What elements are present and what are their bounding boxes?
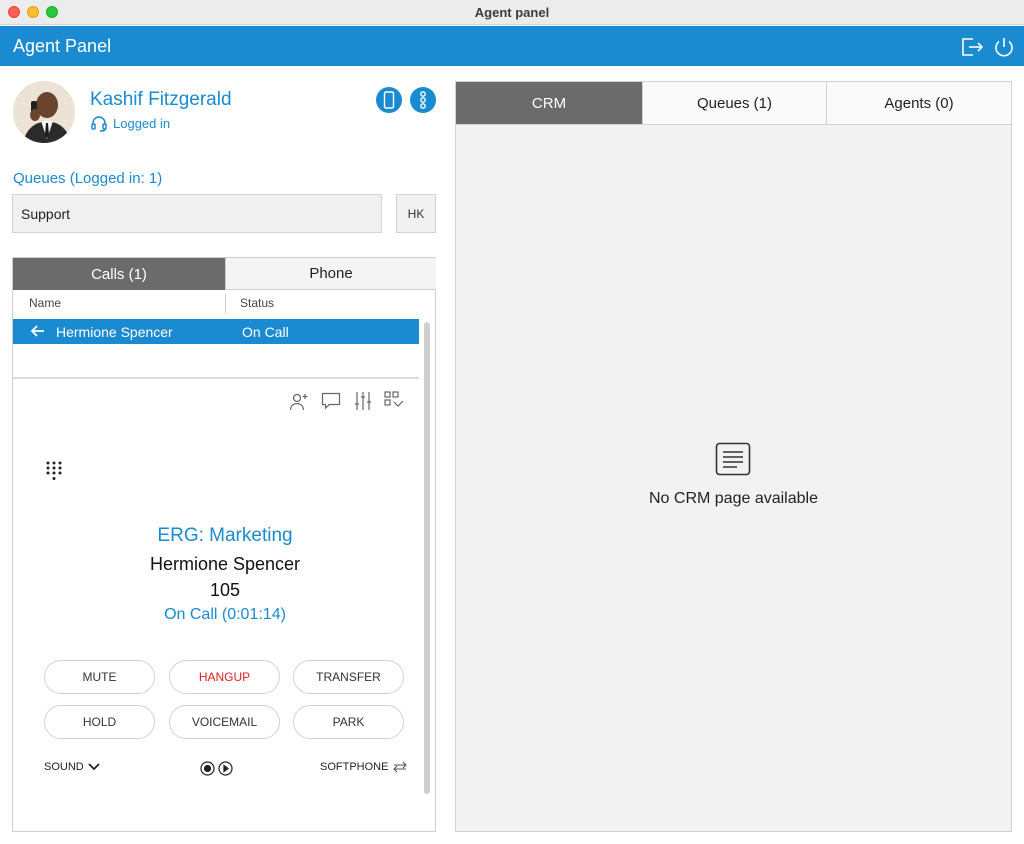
sound-dropdown[interactable]: SOUND [44, 761, 100, 773]
mobile-phone-icon [383, 91, 395, 109]
agent-name: Kashif Fitzgerald [90, 89, 232, 110]
caller-name-cell: Hermione Spencer [56, 324, 173, 340]
column-header-name[interactable]: Name [29, 296, 61, 310]
sound-label: SOUND [44, 761, 84, 773]
call-status-cell: On Call [242, 324, 289, 340]
settings-sliders-icon [355, 392, 371, 410]
agent-photo-icon [13, 81, 75, 143]
chat-icon [321, 392, 341, 410]
logout-button[interactable] [959, 34, 985, 60]
device-button[interactable] [376, 87, 402, 113]
add-contact-icon [289, 393, 308, 411]
settings-sliders-button[interactable] [352, 390, 374, 412]
headset-icon [91, 116, 107, 132]
park-button[interactable]: PARK [293, 705, 404, 739]
agent-status: Logged in [90, 114, 170, 132]
hk-button[interactable]: HK [396, 194, 436, 233]
avatar [13, 81, 75, 143]
app-header: Agent Panel [0, 26, 1024, 66]
list-divider [13, 377, 419, 379]
window-title: Agent panel [474, 5, 550, 20]
tab-calls[interactable]: Calls (1) [13, 258, 225, 290]
power-button[interactable] [991, 34, 1017, 60]
agent-status-label: Logged in [113, 115, 171, 131]
crm-panel: CRM Queues (1) Agents (0) No CRM page av… [455, 81, 1012, 832]
hangup-button[interactable]: HANGUP [169, 660, 280, 694]
header-title: Agent Panel [13, 36, 112, 56]
more-options-button[interactable] [410, 87, 436, 113]
queue-select[interactable]: Support [12, 194, 382, 233]
call-queue-name: ERG: Marketing [157, 525, 293, 546]
chevron-down-icon [88, 763, 100, 771]
arrow-left-icon [30, 325, 44, 337]
voicemail-button[interactable]: VOICEMAIL [169, 705, 280, 739]
dialpad-icon[interactable] [45, 460, 63, 482]
call-caller-name: Hermione Spencer [149, 554, 301, 574]
qr-code-button[interactable] [383, 390, 405, 412]
column-divider [225, 294, 226, 314]
add-contact-button[interactable] [288, 390, 310, 412]
qr-code-icon [384, 391, 404, 407]
power-icon [995, 38, 1013, 57]
play-icon[interactable] [218, 761, 233, 776]
crm-empty-message: No CRM page available [649, 490, 818, 507]
hold-button[interactable]: HOLD [44, 705, 155, 739]
window-titlebar: Agent panel [0, 0, 1024, 25]
call-status: On Call (0:01:14) [164, 606, 286, 623]
document-icon [715, 442, 751, 476]
column-header-status[interactable]: Status [240, 296, 274, 310]
tab-agents[interactable]: Agents (0) [826, 82, 1011, 125]
record-icon[interactable] [200, 761, 215, 776]
more-vertical-icon [420, 91, 426, 109]
queues-label: Queues (Logged in: 1) [13, 170, 163, 187]
mute-button[interactable]: MUTE [44, 660, 155, 694]
transfer-button[interactable]: TRANSFER [293, 660, 404, 694]
recording-controls [200, 761, 233, 776]
calls-panel: Calls (1) Phone Name Status Hermione Spe… [12, 257, 436, 832]
call-extension: 105 [209, 580, 241, 600]
softphone-label: SOFTPHONE [320, 761, 389, 773]
tab-crm[interactable]: CRM [456, 82, 642, 125]
chat-button[interactable] [320, 390, 342, 412]
swap-arrows-icon [393, 761, 408, 773]
logout-icon [962, 38, 984, 56]
softphone-toggle[interactable]: SOFTPHONE [320, 761, 408, 773]
tab-queues[interactable]: Queues (1) [642, 82, 826, 125]
table-row[interactable]: Hermione Spencer On Call [13, 319, 419, 344]
tab-phone[interactable]: Phone [225, 258, 436, 290]
